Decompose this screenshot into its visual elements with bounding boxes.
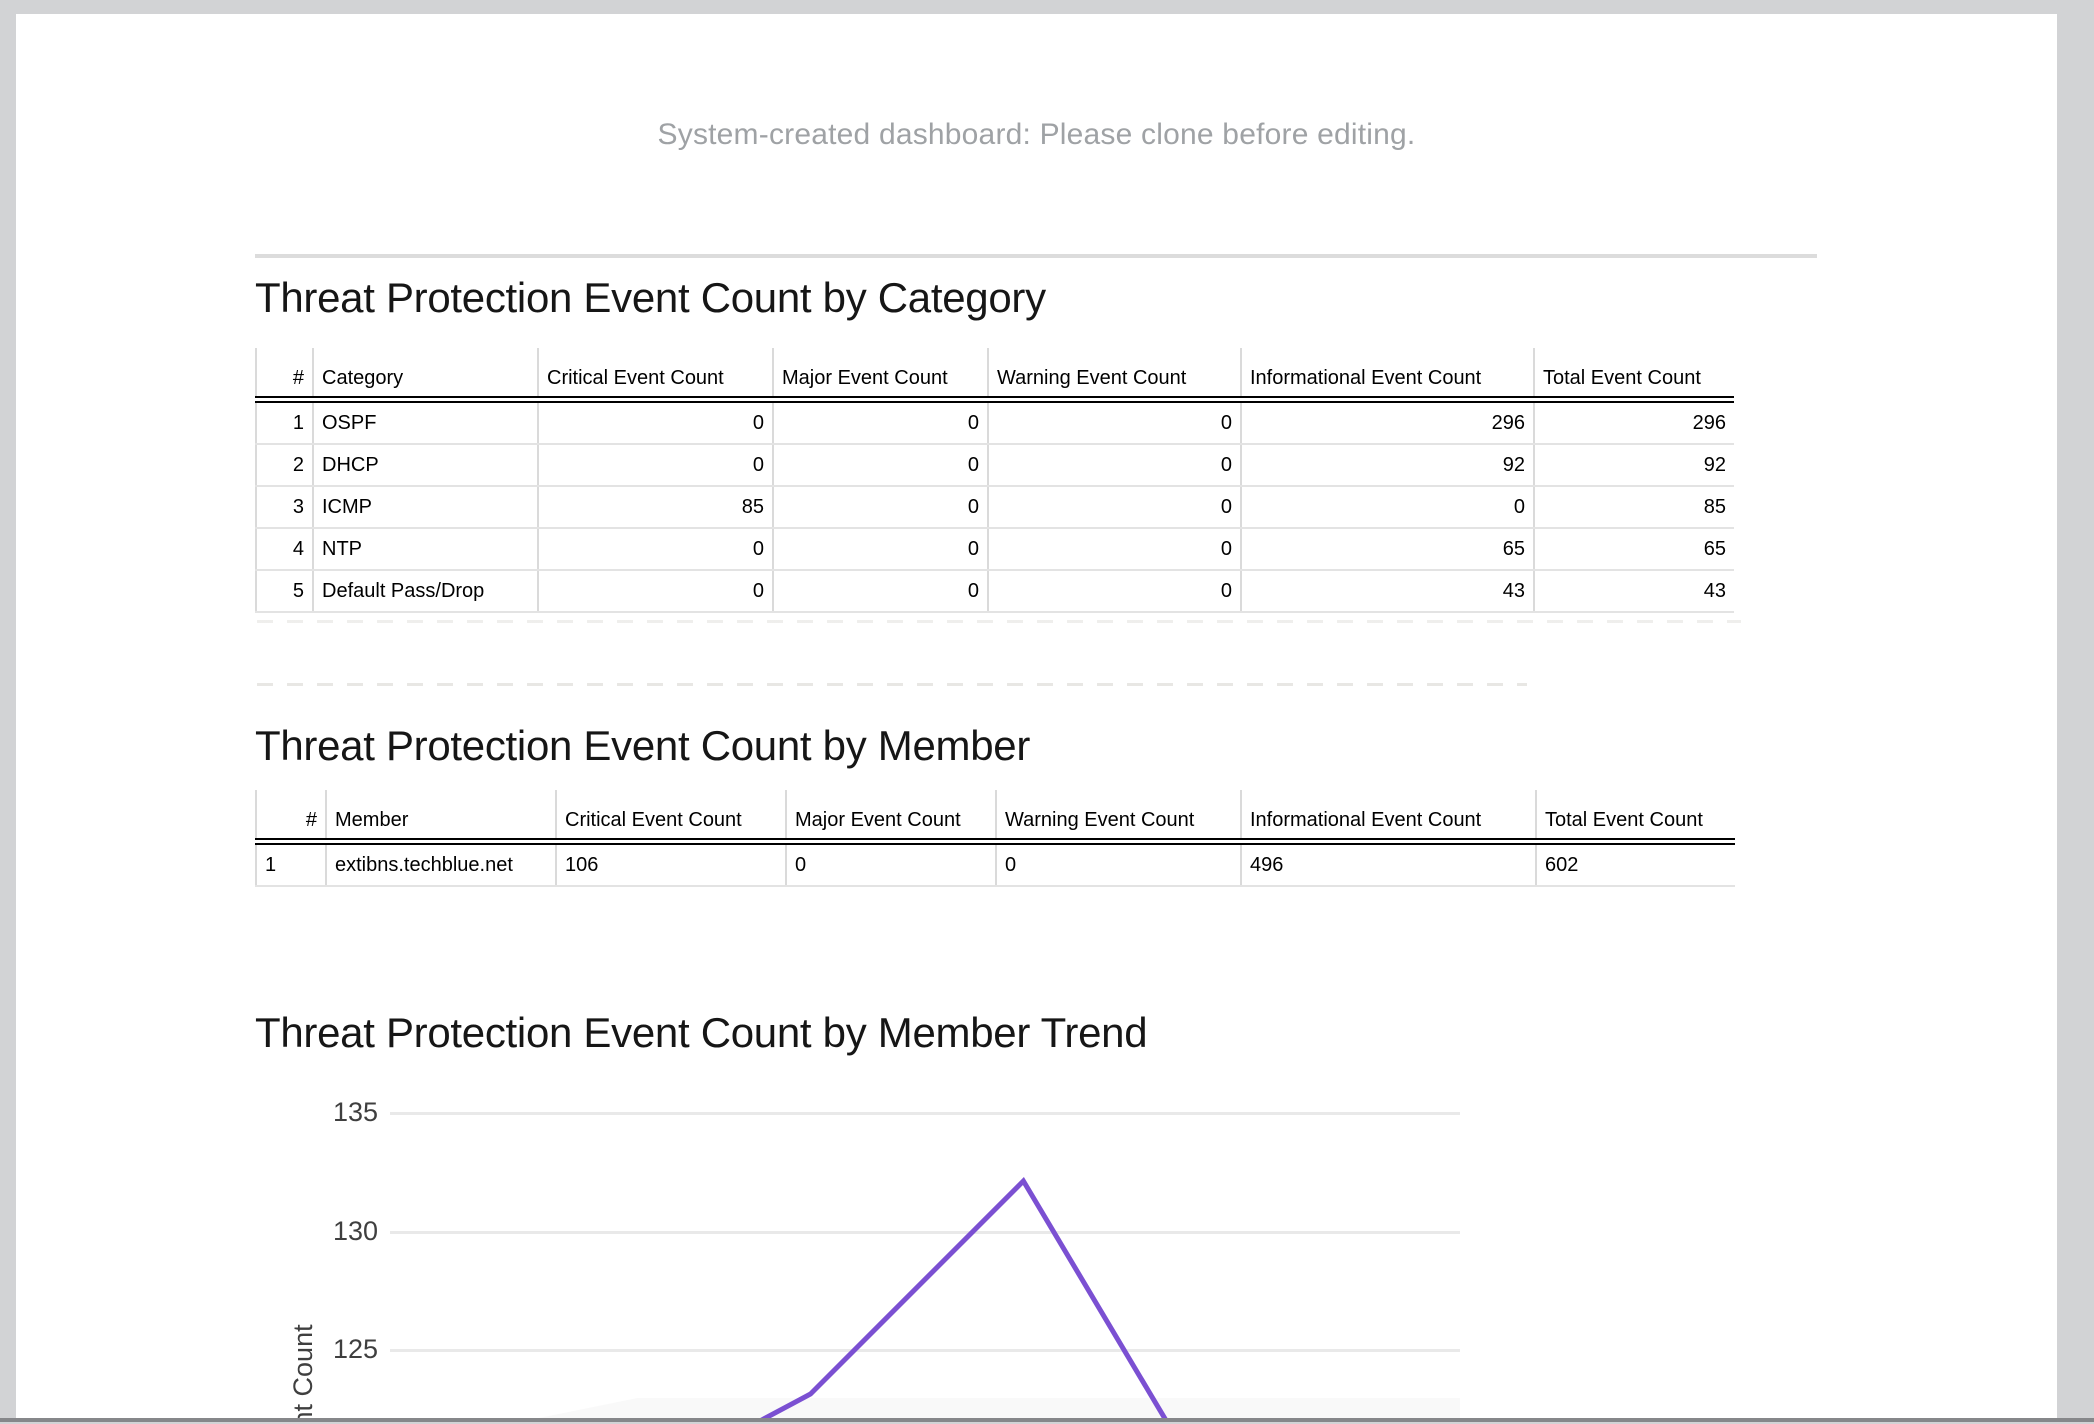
member-table-body: 1extibns.techblue.net10600496602 <box>256 842 1735 887</box>
table-cell: Default Pass/Drop <box>313 570 538 612</box>
column-header: Total Event Count <box>1534 348 1734 400</box>
table-cell: 0 <box>773 570 988 612</box>
trend-line-plot <box>390 1082 1460 1418</box>
column-header: Total Event Count <box>1536 790 1735 842</box>
table-cell: 106 <box>556 842 786 887</box>
table-cell: 0 <box>988 528 1241 570</box>
table-cell: 0 <box>996 842 1241 887</box>
table-cell: 0 <box>988 486 1241 528</box>
table-cell: 92 <box>1241 444 1534 486</box>
column-header: Warning Event Count <box>996 790 1241 842</box>
y-tick-label: 135 <box>298 1097 378 1128</box>
table-cell: 0 <box>773 486 988 528</box>
table-cell: ICMP <box>313 486 538 528</box>
column-header: # <box>256 348 313 400</box>
table-row: 1OSPF000296296 <box>256 400 1734 445</box>
table-cell: 496 <box>1241 842 1536 887</box>
table-cell: 296 <box>1534 400 1734 445</box>
faded-artifact-row <box>257 620 1741 623</box>
category-table-body: 1OSPF0002962962DHCP00092923ICMP85000854N… <box>256 400 1734 613</box>
table-cell: 0 <box>988 400 1241 445</box>
member-table-header: #MemberCritical Event CountMajor Event C… <box>256 790 1735 842</box>
table-cell: OSPF <box>313 400 538 445</box>
category-table-header: #CategoryCritical Event CountMajor Event… <box>256 348 1734 400</box>
column-header: Major Event Count <box>786 790 996 842</box>
column-header: Critical Event Count <box>538 348 773 400</box>
table-row: 3ICMP8500085 <box>256 486 1734 528</box>
table-cell: 0 <box>773 400 988 445</box>
table-cell: 0 <box>773 444 988 486</box>
column-header: Category <box>313 348 538 400</box>
report-page: System-created dashboard: Please clone b… <box>16 14 2057 1418</box>
table-cell: 43 <box>1241 570 1534 612</box>
screenshot-canvas: { "notice": "System-created dashboard: P… <box>0 0 2094 1424</box>
table-cell: 1 <box>256 842 326 887</box>
table-cell: extibns.techblue.net <box>326 842 556 887</box>
table-cell: 92 <box>1534 444 1734 486</box>
screenshot-bottom-edge <box>0 1418 2094 1422</box>
table-cell: 65 <box>1534 528 1734 570</box>
table-cell: 0 <box>538 570 773 612</box>
table-cell: 0 <box>786 842 996 887</box>
section-title-member: Threat Protection Event Count by Member <box>255 724 1030 768</box>
subtle-area-shading <box>529 1398 1460 1418</box>
table-cell: 0 <box>773 528 988 570</box>
trend-line <box>749 1181 1171 1418</box>
column-header: Warning Event Count <box>988 348 1241 400</box>
table-row: 4NTP0006565 <box>256 528 1734 570</box>
table-cell: 0 <box>988 444 1241 486</box>
table-cell: 43 <box>1534 570 1734 612</box>
table-cell: NTP <box>313 528 538 570</box>
table-cell: 602 <box>1536 842 1735 887</box>
section-title-category: Threat Protection Event Count by Categor… <box>255 276 1046 320</box>
table-cell: 296 <box>1241 400 1534 445</box>
y-tick-label: 130 <box>298 1216 378 1247</box>
table-cell: 85 <box>1534 486 1734 528</box>
section-divider <box>255 254 1817 258</box>
table-cell: 1 <box>256 400 313 445</box>
table-cell: 0 <box>988 570 1241 612</box>
table-cell: 0 <box>538 444 773 486</box>
table-cell: 0 <box>538 400 773 445</box>
table-cell: 65 <box>1241 528 1534 570</box>
chart-y-axis-label: Event Count <box>288 1324 319 1418</box>
table-cell: 2 <box>256 444 313 486</box>
member-table: #MemberCritical Event CountMajor Event C… <box>255 790 1735 887</box>
table-cell: 3 <box>256 486 313 528</box>
faded-artifact-row <box>257 683 1527 686</box>
column-header: Informational Event Count <box>1241 790 1536 842</box>
column-header: # <box>256 790 326 842</box>
table-row: 1extibns.techblue.net10600496602 <box>256 842 1735 887</box>
table-row: 2DHCP0009292 <box>256 444 1734 486</box>
table-cell: 5 <box>256 570 313 612</box>
system-dashboard-notice: System-created dashboard: Please clone b… <box>16 118 2057 152</box>
column-header: Member <box>326 790 556 842</box>
table-row: 5Default Pass/Drop0004343 <box>256 570 1734 612</box>
table-cell: 0 <box>1241 486 1534 528</box>
table-cell: DHCP <box>313 444 538 486</box>
category-table: #CategoryCritical Event CountMajor Event… <box>255 348 1734 613</box>
table-cell: 0 <box>538 528 773 570</box>
table-cell: 85 <box>538 486 773 528</box>
section-title-trend: Threat Protection Event Count by Member … <box>255 1011 1147 1055</box>
column-header: Critical Event Count <box>556 790 786 842</box>
column-header: Major Event Count <box>773 348 988 400</box>
column-header: Informational Event Count <box>1241 348 1534 400</box>
table-cell: 4 <box>256 528 313 570</box>
